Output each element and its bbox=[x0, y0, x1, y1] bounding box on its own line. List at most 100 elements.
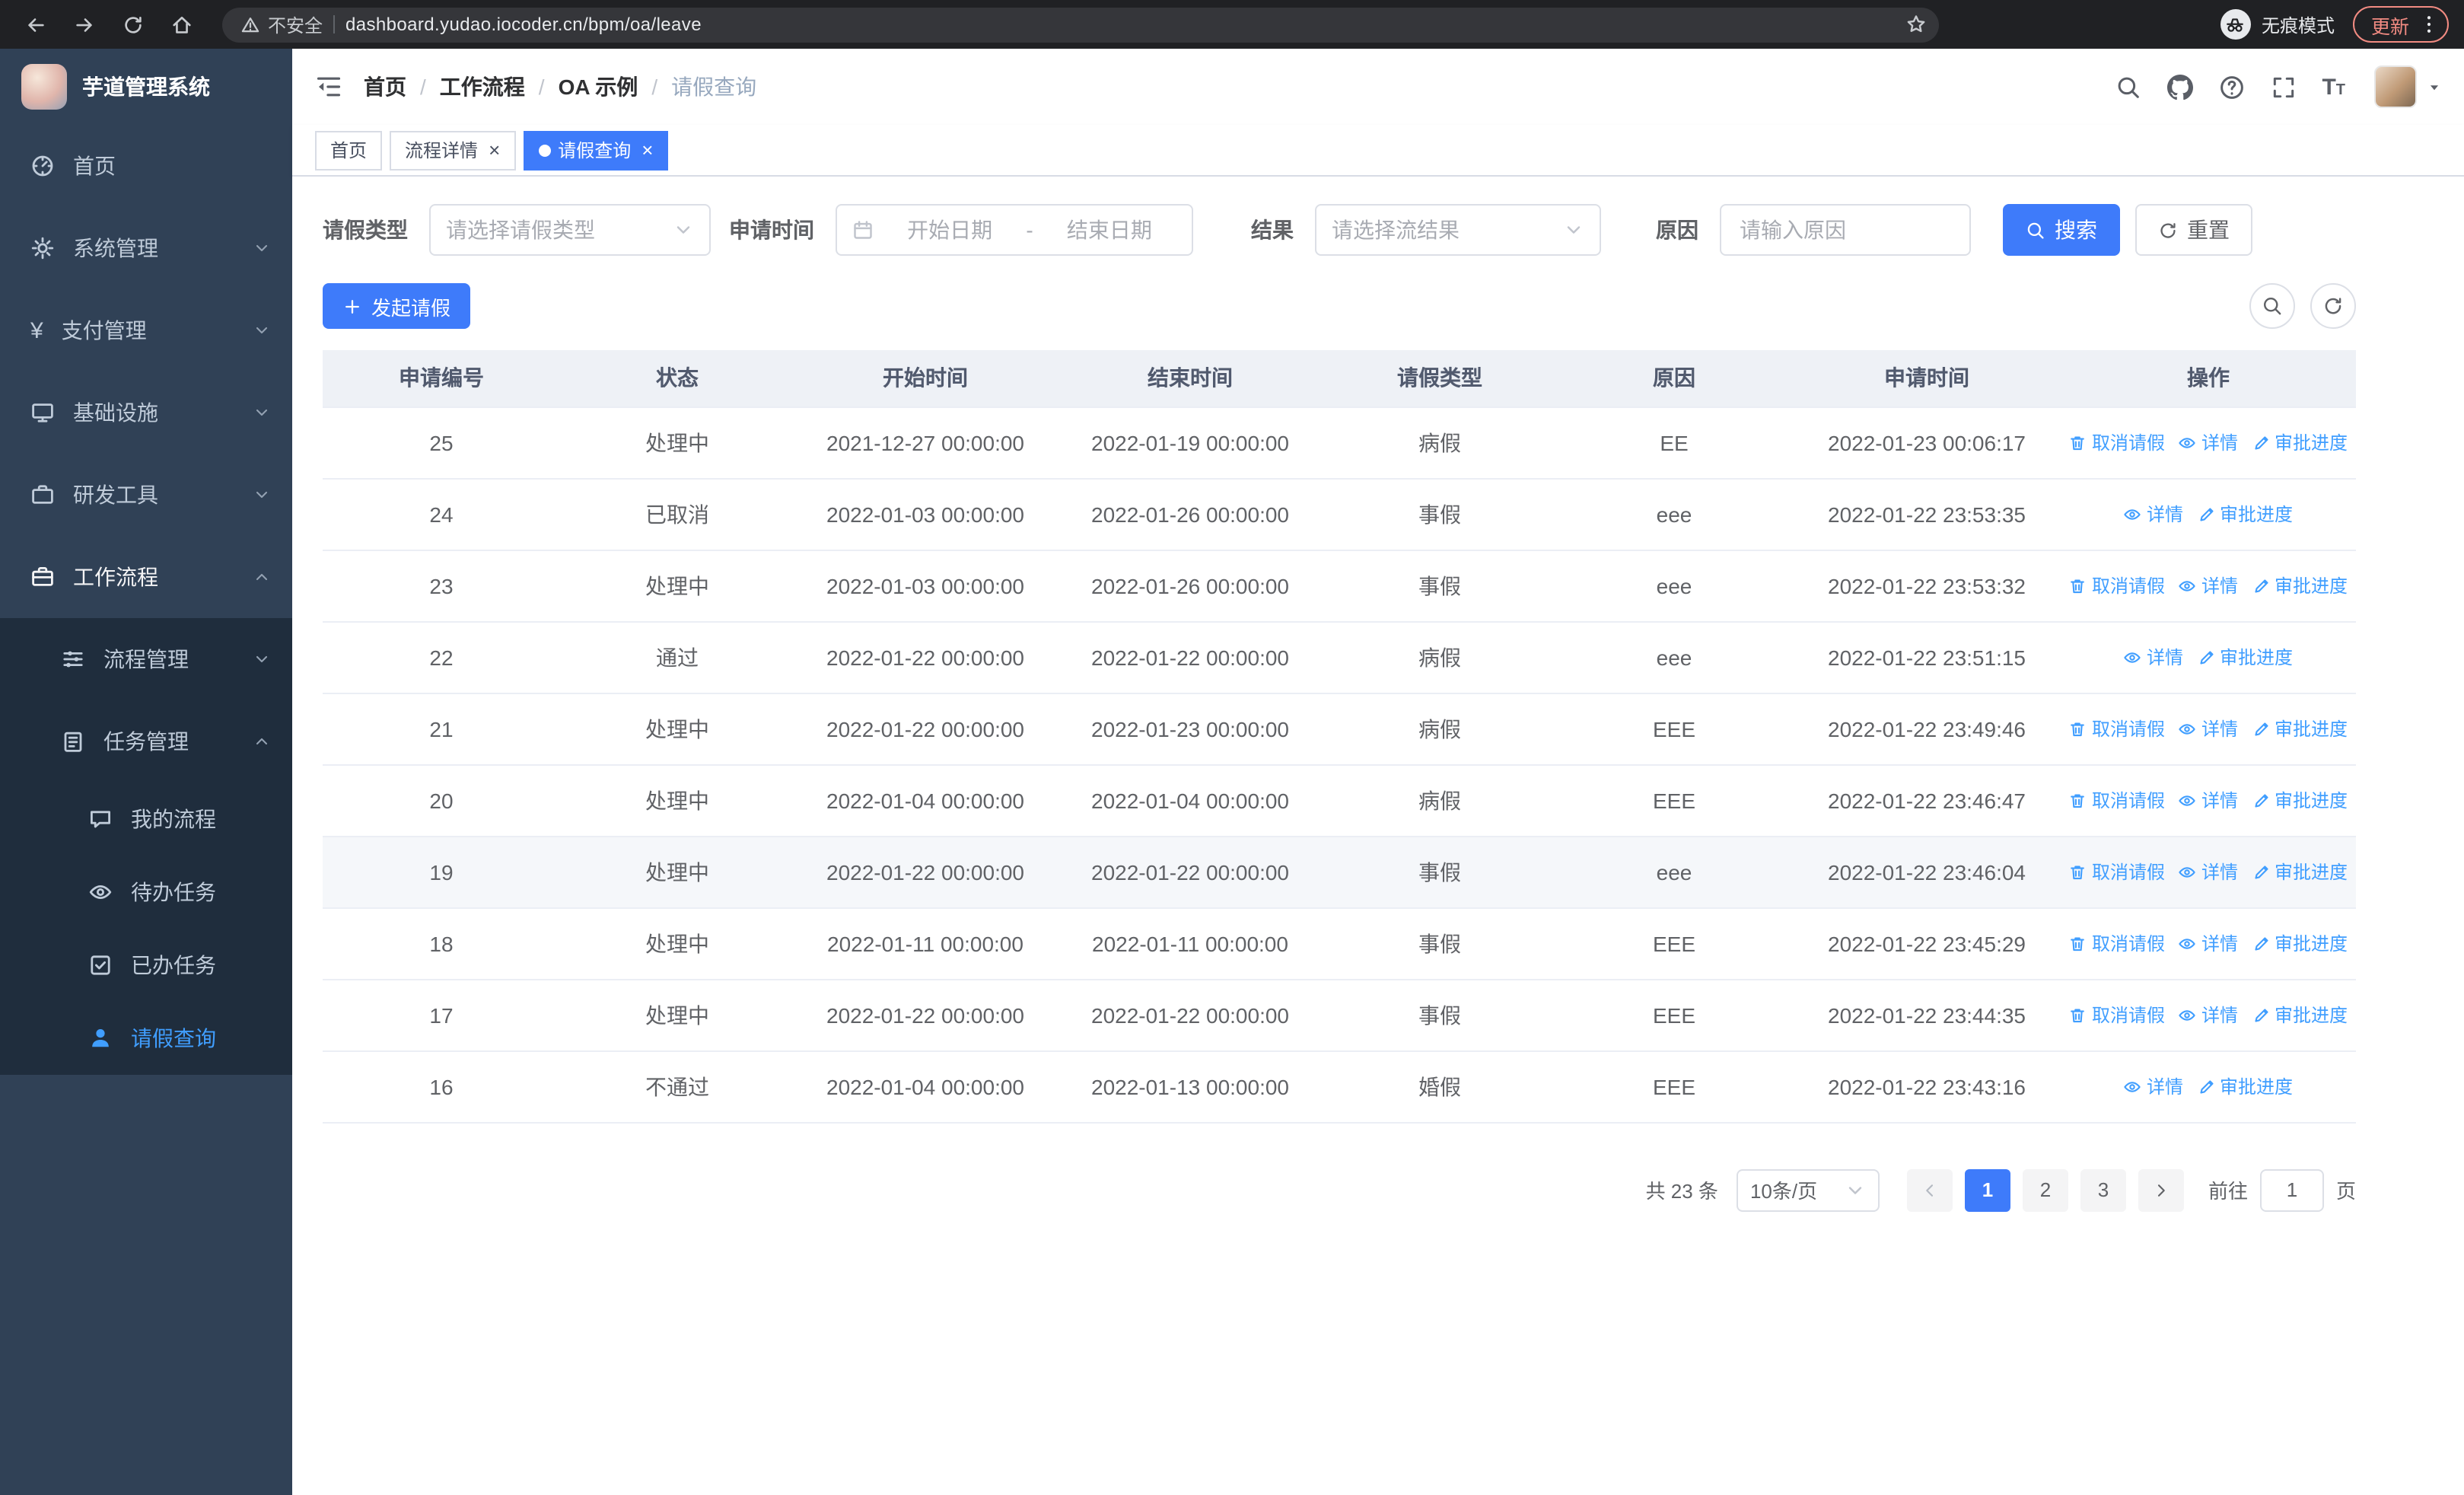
app-title: 芋道管理系统 bbox=[82, 75, 210, 99]
user-icon bbox=[88, 1026, 113, 1050]
approval-progress-link[interactable]: 审批进度 bbox=[2252, 787, 2348, 813]
sidebar-item-leave-query[interactable]: 请假查询 bbox=[0, 1002, 292, 1075]
avatar[interactable] bbox=[2374, 65, 2417, 108]
next-page-button[interactable] bbox=[2138, 1168, 2184, 1211]
user-menu[interactable] bbox=[2374, 65, 2441, 108]
back-icon[interactable] bbox=[15, 5, 55, 44]
cancel-leave-link[interactable]: 取消请假 bbox=[2069, 716, 2165, 741]
sidebar-item-todo-tasks[interactable]: 待办任务 bbox=[0, 856, 292, 929]
detail-link[interactable]: 详情 bbox=[2179, 1002, 2238, 1028]
approval-progress-link[interactable]: 审批进度 bbox=[2197, 644, 2293, 670]
cell-end-time: 2022-01-19 00:00:00 bbox=[1056, 406, 1324, 479]
search-button[interactable]: 搜索 bbox=[2003, 204, 2120, 256]
reset-button[interactable]: 重置 bbox=[2135, 204, 2252, 256]
font-size-icon[interactable]: TT bbox=[2322, 75, 2345, 98]
tab-home[interactable]: 首页 bbox=[315, 130, 383, 170]
cancel-leave-link[interactable]: 取消请假 bbox=[2069, 787, 2165, 813]
approval-progress-link[interactable]: 审批进度 bbox=[2252, 930, 2348, 956]
approval-progress-link[interactable]: 审批进度 bbox=[2197, 501, 2293, 527]
cancel-leave-link[interactable]: 取消请假 bbox=[2069, 859, 2165, 885]
sidebar-item-label: 流程管理 bbox=[103, 647, 189, 671]
approval-progress-link[interactable]: 审批进度 bbox=[2252, 1002, 2348, 1028]
cancel-leave-link[interactable]: 取消请假 bbox=[2069, 1002, 2165, 1028]
result-select[interactable]: 请选择流结果 bbox=[1315, 204, 1601, 256]
search-icon[interactable] bbox=[2115, 74, 2141, 100]
detail-link[interactable]: 详情 bbox=[2179, 787, 2238, 813]
close-icon[interactable]: × bbox=[489, 140, 500, 160]
detail-link[interactable]: 详情 bbox=[2124, 1073, 2183, 1099]
search-button-label: 搜索 bbox=[2055, 218, 2097, 242]
detail-link[interactable]: 详情 bbox=[2179, 429, 2238, 455]
tab-leave-query[interactable]: 请假查询 × bbox=[523, 130, 669, 170]
create-leave-button[interactable]: 发起请假 bbox=[323, 283, 471, 329]
detail-link[interactable]: 详情 bbox=[2124, 501, 2183, 527]
leave-type-select[interactable]: 请选择请假类型 bbox=[429, 204, 711, 256]
sidebar-item-system-management[interactable]: 系统管理 bbox=[0, 207, 292, 289]
approval-progress-link[interactable]: 审批进度 bbox=[2252, 429, 2348, 455]
address-bar[interactable]: 不安全 dashboard.yudao.iocoder.cn/bpm/oa/le… bbox=[222, 7, 1939, 42]
breadcrumb-item[interactable]: OA 示例 bbox=[559, 72, 638, 102]
refresh-table-button[interactable] bbox=[2310, 283, 2356, 329]
detail-link[interactable]: 详情 bbox=[2179, 930, 2238, 956]
sidebar-item-process-management[interactable]: 流程管理 bbox=[0, 618, 292, 700]
detail-link[interactable]: 详情 bbox=[2124, 644, 2183, 670]
cell-actions: 详情 审批进度 bbox=[2061, 1050, 2356, 1123]
update-button[interactable]: 更新 bbox=[2352, 6, 2449, 43]
detail-link[interactable]: 详情 bbox=[2179, 716, 2238, 741]
page-button-1[interactable]: 1 bbox=[1964, 1168, 2010, 1211]
chevron-up-icon bbox=[253, 732, 271, 751]
fullscreen-icon[interactable] bbox=[2270, 74, 2296, 100]
menu-dots-icon[interactable] bbox=[2417, 14, 2441, 35]
result-label: 结果 bbox=[1251, 218, 1294, 242]
breadcrumb-item[interactable]: 首页 bbox=[364, 72, 406, 102]
collapse-sidebar-icon[interactable] bbox=[315, 73, 342, 100]
cell-id: 23 bbox=[323, 550, 560, 622]
breadcrumb-item[interactable]: 工作流程 bbox=[440, 72, 525, 102]
github-icon[interactable] bbox=[2166, 74, 2193, 100]
cancel-leave-link[interactable]: 取消请假 bbox=[2069, 429, 2165, 455]
detail-link[interactable]: 详情 bbox=[2179, 859, 2238, 885]
tab-process-detail[interactable]: 流程详情 × bbox=[390, 130, 516, 170]
home-icon[interactable] bbox=[161, 5, 201, 44]
cell-leave-type: 事假 bbox=[1324, 979, 1555, 1051]
sidebar-item-workflow[interactable]: 工作流程 bbox=[0, 536, 292, 618]
sidebar-item-infrastructure[interactable]: 基础设施 bbox=[0, 371, 292, 454]
cancel-leave-link[interactable]: 取消请假 bbox=[2069, 572, 2165, 598]
detail-link-label: 详情 bbox=[2201, 1005, 2238, 1026]
prev-page-button[interactable] bbox=[1906, 1168, 1953, 1211]
approval-progress-link[interactable]: 审批进度 bbox=[2252, 572, 2348, 598]
detail-link[interactable]: 详情 bbox=[2179, 572, 2238, 598]
plus-icon bbox=[342, 296, 362, 316]
cell-start-time: 2022-01-22 00:00:00 bbox=[794, 693, 1056, 765]
approval-progress-link[interactable]: 审批进度 bbox=[2252, 859, 2348, 885]
toggle-search-button[interactable] bbox=[2249, 283, 2295, 329]
help-icon[interactable] bbox=[2218, 74, 2244, 100]
apply-time-range-picker[interactable]: 开始日期 - 结束日期 bbox=[836, 204, 1193, 256]
cancel-leave-link[interactable]: 取消请假 bbox=[2069, 930, 2165, 956]
cell-actions: 取消请假 详情 审批进度 bbox=[2061, 907, 2356, 980]
sidebar-item-task-management[interactable]: 任务管理 bbox=[0, 700, 292, 783]
eye-icon bbox=[2179, 719, 2197, 738]
page-size-select[interactable]: 10条/页 bbox=[1736, 1168, 1880, 1211]
detail-link-label: 详情 bbox=[2146, 504, 2183, 525]
page-button-3[interactable]: 3 bbox=[2080, 1168, 2126, 1211]
forward-icon[interactable] bbox=[64, 5, 103, 44]
reason-input[interactable] bbox=[1720, 204, 1971, 256]
sidebar-item-done-tasks[interactable]: 已办任务 bbox=[0, 929, 292, 1002]
approval-progress-link[interactable]: 审批进度 bbox=[2197, 1073, 2293, 1099]
sidebar-menu: 首页 系统管理 ¥ 支付管理 基础设施 研发工具 工作流程流程管理任务管理 我的流程 待办任务已… bbox=[0, 125, 292, 1495]
reload-icon[interactable] bbox=[113, 5, 152, 44]
page-button-2[interactable]: 2 bbox=[2022, 1168, 2068, 1211]
cell-status: 处理中 bbox=[560, 550, 794, 622]
close-icon[interactable]: × bbox=[641, 140, 653, 160]
goto-page-input[interactable] bbox=[2259, 1168, 2324, 1211]
sidebar-item-home[interactable]: 首页 bbox=[0, 125, 292, 207]
sidebar-item-dev-tools[interactable]: 研发工具 bbox=[0, 454, 292, 536]
cell-apply-time: 2022-01-23 00:06:17 bbox=[1793, 406, 2061, 479]
bookmark-star-icon[interactable] bbox=[1905, 14, 1927, 35]
security-warning[interactable]: 不安全 bbox=[240, 11, 323, 37]
sidebar-item-payment-management[interactable]: ¥ 支付管理 bbox=[0, 289, 292, 371]
chevron-down-icon bbox=[253, 486, 271, 504]
sidebar-item-my-processes[interactable]: 我的流程 bbox=[0, 783, 292, 856]
approval-progress-link[interactable]: 审批进度 bbox=[2252, 716, 2348, 741]
